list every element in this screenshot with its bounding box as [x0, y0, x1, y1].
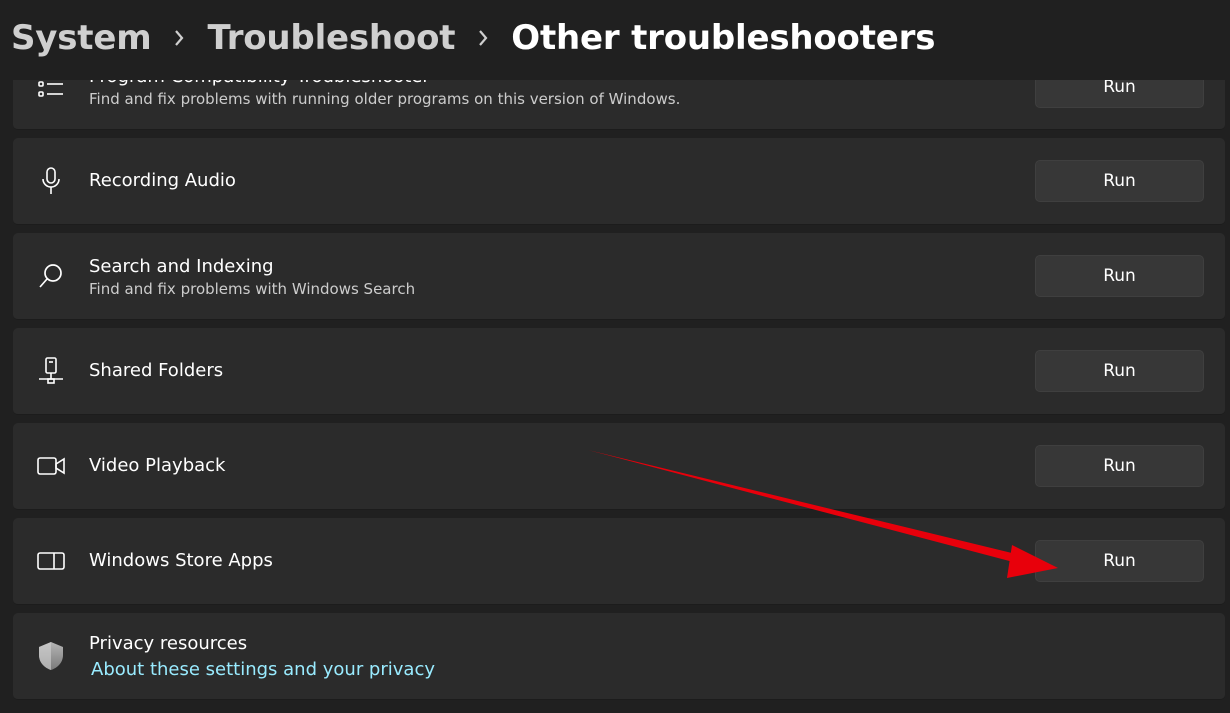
breadcrumb-system[interactable]: System — [11, 18, 152, 58]
run-button-recording-audio[interactable]: Run — [1035, 160, 1204, 202]
troubleshooter-title: Search and Indexing — [89, 256, 274, 277]
shield-icon — [37, 642, 65, 670]
privacy-resources-card: Privacy resources About these settings a… — [13, 613, 1225, 700]
settings-page: Program Compatibility Troubleshooter Fin… — [0, 0, 1230, 713]
privacy-resources-title: Privacy resources — [89, 633, 248, 654]
troubleshooter-card-recording-audio: Recording Audio Run — [13, 138, 1225, 225]
page-header: System Troubleshoot Other troubleshooter… — [0, 0, 1230, 80]
list-icon — [37, 76, 65, 104]
troubleshooter-card-search-indexing: Search and Indexing Find and fix problem… — [13, 233, 1225, 320]
privacy-settings-link[interactable]: About these settings and your privacy — [91, 659, 435, 680]
chevron-right-icon — [151, 28, 207, 48]
microphone-icon — [37, 167, 65, 195]
page-title: Other troubleshooters — [511, 18, 936, 58]
troubleshooter-title: Windows Store Apps — [89, 550, 273, 571]
breadcrumb: System Troubleshoot Other troubleshooter… — [11, 18, 935, 58]
troubleshooter-title: Video Playback — [89, 455, 226, 476]
troubleshooter-card-shared-folders: Shared Folders Run — [13, 328, 1225, 415]
store-app-icon — [37, 547, 65, 575]
chevron-right-icon — [455, 28, 511, 48]
troubleshooter-title: Recording Audio — [89, 170, 236, 191]
search-icon — [37, 262, 65, 290]
troubleshooter-card-video-playback: Video Playback Run — [13, 423, 1225, 510]
troubleshooter-description: Find and fix problems with running older… — [89, 90, 681, 108]
run-button-search-indexing[interactable]: Run — [1035, 255, 1204, 297]
run-button-video-playback[interactable]: Run — [1035, 445, 1204, 487]
network-drive-icon — [37, 357, 65, 385]
run-button-windows-store-apps[interactable]: Run — [1035, 540, 1204, 582]
run-button-shared-folders[interactable]: Run — [1035, 350, 1204, 392]
troubleshooter-card-windows-store-apps: Windows Store Apps Run — [13, 518, 1225, 605]
video-camera-icon — [37, 452, 65, 480]
breadcrumb-troubleshoot[interactable]: Troubleshoot — [207, 18, 455, 58]
troubleshooter-title: Shared Folders — [89, 360, 224, 381]
troubleshooter-description: Find and fix problems with Windows Searc… — [89, 280, 416, 298]
